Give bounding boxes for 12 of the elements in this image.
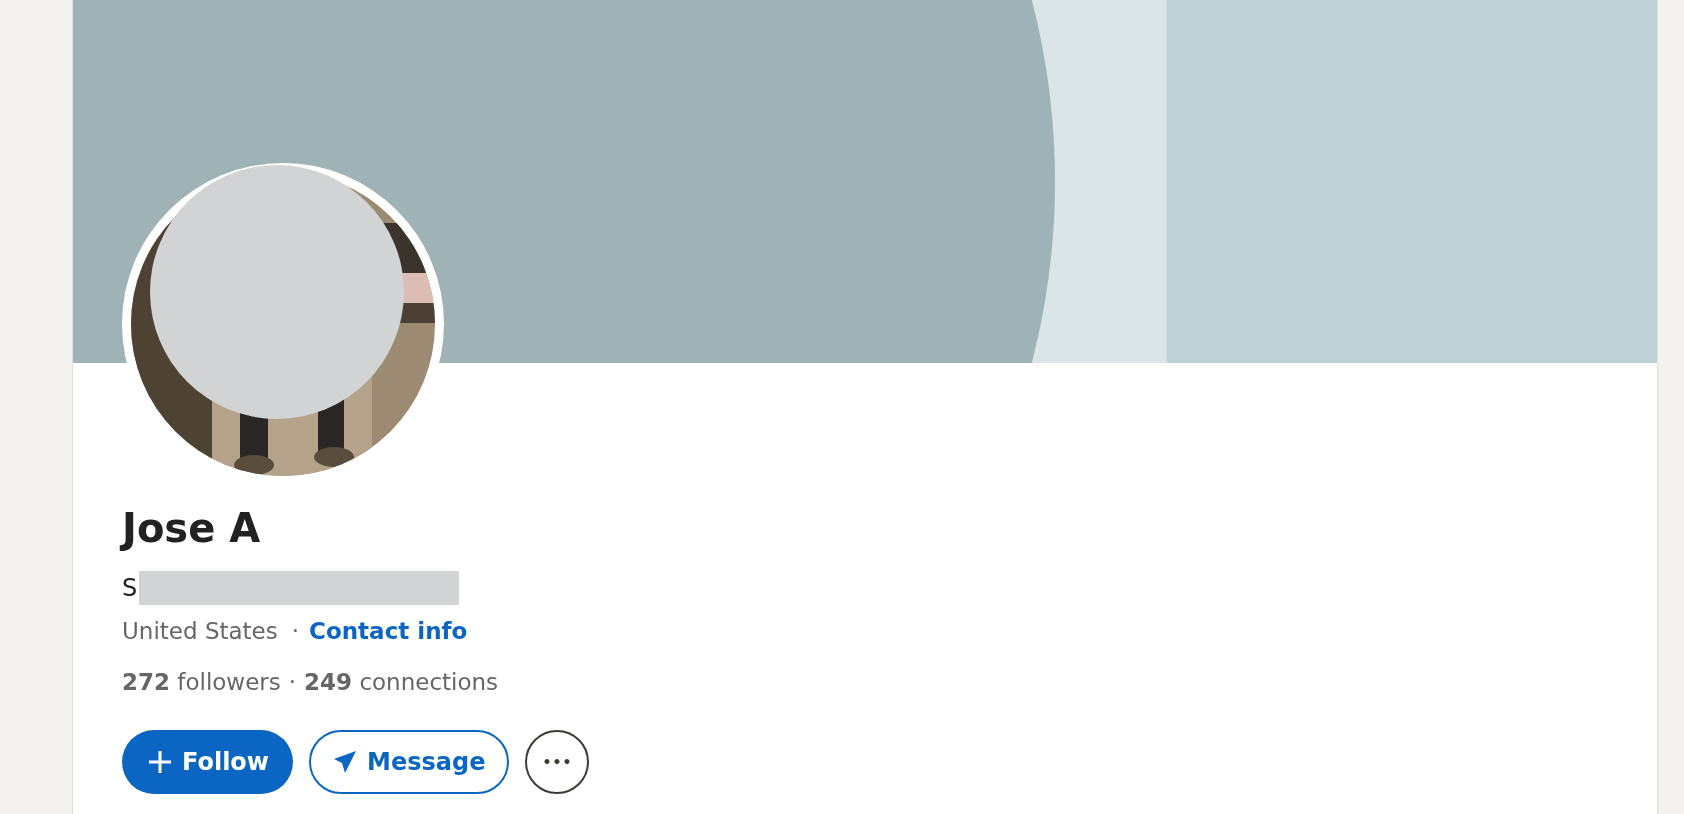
profile-headline: S [122, 574, 138, 602]
follow-button[interactable]: Follow [122, 730, 294, 794]
message-button[interactable]: Message [309, 730, 510, 794]
paper-plane-icon [333, 750, 358, 774]
connections-count: 249 connections [304, 669, 499, 695]
followers-count: 272 followers [122, 669, 281, 695]
plus-icon [148, 750, 172, 774]
separator-dot: · [288, 669, 297, 695]
separator-dot: · [291, 618, 300, 644]
more-button[interactable]: ••• [525, 730, 590, 794]
contact-info-link[interactable]: Contact info [309, 618, 468, 644]
location-text: United States [122, 618, 278, 644]
